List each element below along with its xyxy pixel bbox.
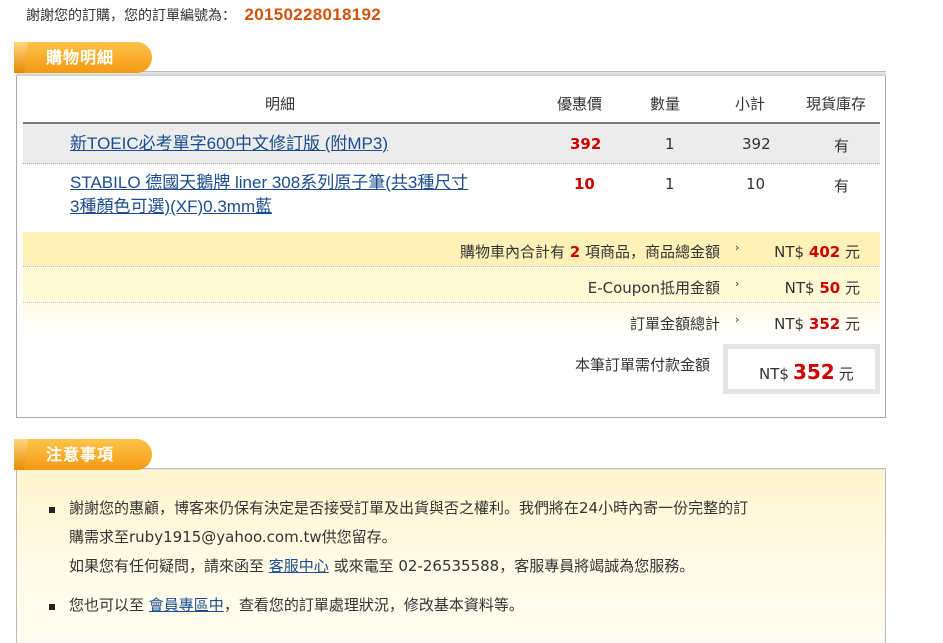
coupon-row: E-Coupon抵用金額 › NT$ 50 元 [23, 268, 880, 303]
list-item: 謝謝您的惠顧，博客來仍保有決定是否接受訂單及出貨與否之權利。我們將在24小時內寄… [47, 494, 865, 581]
cart-panel: 明細 優惠價 數量 小計 現貨庫存 新TOEIC必考單字600中文修訂版 (附M… [16, 76, 886, 418]
unit: 元 [844, 243, 860, 261]
note-text: 謝謝您的惠顧，博客來仍保有決定是否接受訂單及出貨與否之權利。我們將在24小時內寄… [69, 499, 749, 517]
product-link[interactable]: STABILO 德國天鵝牌 liner 308系列原子筆(共3種尺寸 3種顏色可… [70, 171, 468, 219]
arrow-icon: › [735, 313, 740, 326]
product-link[interactable]: 新TOEIC必考單字600中文修訂版 (附MP3) [70, 132, 388, 156]
pay-amount-label: 本筆訂單需付款金額 [575, 356, 711, 374]
note-text: 購需求至ruby1915@yahoo.com.tw供您留存。 [69, 528, 397, 546]
table-row: STABILO 德國天鵝牌 liner 308系列原子筆(共3種尺寸 3種顏色可… [23, 165, 880, 231]
customer-service-link[interactable]: 客服中心 [269, 557, 329, 575]
product-subtotal: 392 [742, 135, 771, 153]
order-total-label: 訂單金額總計 [629, 315, 720, 333]
currency: NT$ [774, 243, 805, 261]
note-text: ，查看您的訂單處理狀況，修改基本資料等。 [223, 596, 524, 614]
order-number: 20150228018192 [244, 5, 382, 24]
tab-notch [14, 439, 28, 470]
order-confirmation: 謝謝您的訂購，您的訂單編號為： 20150228018192 [26, 5, 381, 25]
product-price: 392 [570, 135, 602, 153]
pay-amount-box: NT$ 352 元 [723, 344, 880, 394]
col-detail: 明細 [265, 95, 296, 113]
notes-section-header: 注意事項 [14, 439, 886, 473]
cart-section-header: 購物明細 [14, 42, 886, 76]
tab-notch [14, 42, 28, 73]
currency: NT$ [774, 315, 805, 333]
table-row: 新TOEIC必考單字600中文修訂版 (附MP3) 392 1 392 有 [23, 124, 880, 164]
goods-total-amount: NT$ 402 元 [774, 241, 860, 262]
member-area-link[interactable]: 會員專區中 [149, 596, 224, 614]
notes-panel: 謝謝您的惠顧，博客來仍保有決定是否接受訂單及出貨與否之權利。我們將在24小時內寄… [16, 470, 886, 643]
product-price: 10 [574, 175, 595, 193]
product-stock: 有 [834, 137, 850, 155]
col-qty: 數量 [650, 95, 681, 113]
list-item: 您也可以至 會員專區中，查看您的訂單處理狀況，修改基本資料等。 [47, 591, 865, 620]
order-total-value: 352 [808, 315, 841, 333]
coupon-label: E-Coupon抵用金額 [587, 279, 720, 297]
order-total-row: 訂單金額總計 › NT$ 352 元 [23, 304, 880, 339]
coupon-amount: NT$ 50 元 [785, 277, 860, 298]
item-count: 2 [569, 243, 581, 261]
product-qty: 1 [665, 175, 675, 193]
col-price: 優惠價 [557, 95, 603, 113]
product-name-line1: STABILO 德國天鵝牌 liner 308系列原子筆(共3種尺寸 [70, 173, 469, 192]
goods-count-label: 購物車內合計有 2 項商品，商品總金額 [460, 241, 720, 262]
note-text: 如果您有任何疑問，請來函至 [69, 557, 265, 575]
coupon-value: 50 [819, 279, 841, 297]
notes-section-title-text: 注意事項 [46, 445, 115, 464]
unit: 元 [844, 279, 860, 297]
unit: 元 [838, 365, 854, 383]
cart-section-title-text: 購物明細 [46, 48, 115, 67]
pay-amount-value: 352 [792, 360, 835, 384]
col-subtotal: 小計 [735, 95, 766, 113]
count-suffix: 項商品，商品總金額 [584, 243, 720, 261]
goods-total-row: 購物車內合計有 2 項商品，商品總金額 › NT$ 402 元 [23, 232, 880, 267]
goods-total-value: 402 [808, 243, 841, 261]
thanks-text: 謝謝您的訂購，您的訂單編號為： [26, 8, 236, 24]
product-qty: 1 [665, 135, 675, 153]
arrow-icon: › [735, 277, 740, 290]
col-stock: 現貨庫存 [806, 95, 867, 113]
product-name-line2: 3種顏色可選)(XF)0.3mm藍 [70, 197, 273, 216]
currency: NT$ [759, 365, 789, 383]
cart-table: 明細 優惠價 數量 小計 現貨庫存 新TOEIC必考單字600中文修訂版 (附M… [23, 76, 880, 231]
product-stock: 有 [834, 177, 850, 195]
order-total-amount: NT$ 352 元 [774, 313, 860, 334]
notes-list: 謝謝您的惠顧，博客來仍保有決定是否接受訂單及出貨與否之權利。我們將在24小時內寄… [47, 494, 865, 630]
unit: 元 [844, 315, 860, 333]
arrow-icon: › [735, 241, 740, 254]
currency: NT$ [784, 279, 815, 297]
product-subtotal: 10 [746, 175, 766, 193]
note-text: 您也可以至 [69, 596, 145, 614]
count-prefix: 購物車內合計有 [459, 243, 565, 261]
notes-section-title: 注意事項 [14, 439, 153, 470]
note-text: 或來電至 02-26535588，客服專員將竭誠為您服務。 [333, 557, 695, 575]
pay-amount: NT$ 352 元 [759, 360, 854, 384]
table-header: 明細 優惠價 數量 小計 現貨庫存 [23, 76, 880, 122]
cart-section-title: 購物明細 [14, 42, 153, 73]
